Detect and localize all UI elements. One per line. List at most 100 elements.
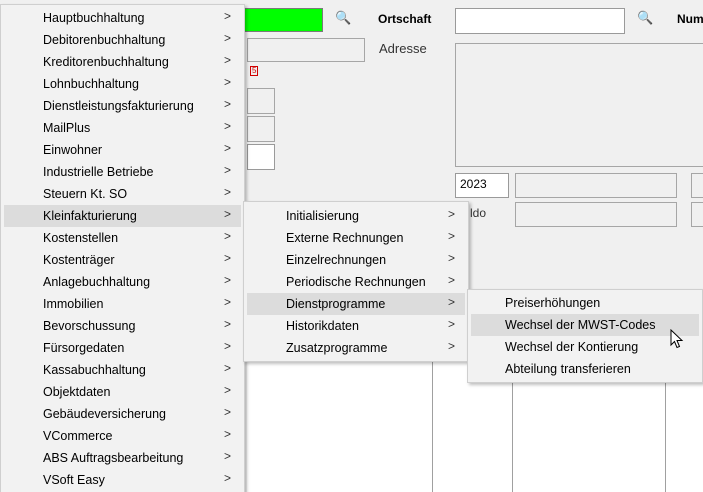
adresse-field[interactable] — [455, 43, 703, 167]
menu2-item-label: Dienstprogramme — [286, 297, 386, 311]
menu1-item-label: ABS Auftragsbearbeitung — [43, 451, 184, 465]
menu3-item-wechsel-mwst-codes[interactable]: Wechsel der MWST-Codes — [471, 314, 699, 336]
menu1-item-21[interactable]: VSoft Easy > — [4, 469, 241, 491]
num-label: Num — [677, 12, 703, 26]
menu1-item-19[interactable]: VCommerce > — [4, 425, 241, 447]
menu1-item-11[interactable]: Kostenträger > — [4, 249, 241, 271]
menu1-item-13[interactable]: Immobilien > — [4, 293, 241, 315]
menu2-item-5[interactable]: Historikdaten > — [247, 315, 465, 337]
menu1-item-label: Debitorenbuchhaltung — [43, 33, 166, 47]
chevron-right-icon: > — [223, 75, 231, 89]
table-divider-3 — [665, 380, 666, 492]
chevron-right-icon: > — [223, 119, 231, 133]
menu3-item-wechsel-kontierung[interactable]: Wechsel der Kontierung — [471, 336, 699, 358]
menu3-item-label: Preiserhöhungen — [505, 296, 601, 310]
menu1-item-label: Steuern Kt. SO — [43, 187, 128, 201]
gray-field-2 — [247, 88, 275, 114]
menu1-item-1[interactable]: Debitorenbuchhaltung > — [4, 29, 241, 51]
menu1-item-label: Objektdaten — [43, 385, 111, 399]
menu2-item-3[interactable]: Periodische Rechnungen > — [247, 271, 465, 293]
menu1-item-label: Einwohner — [43, 143, 103, 157]
menu2-item-dienstprogramme[interactable]: Dienstprogramme > — [247, 293, 465, 315]
chevron-right-icon: > — [447, 207, 455, 221]
menu1-item-label: Anlagebuchhaltung — [43, 275, 151, 289]
menu1-item-label: Kostenstellen — [43, 231, 119, 245]
menu1-item-label: VCommerce — [43, 429, 113, 443]
menu3-item-label: Wechsel der Kontierung — [505, 340, 639, 354]
menu2-item-0[interactable]: Initialisierung > — [247, 205, 465, 227]
ortschaft-input[interactable] — [455, 8, 625, 34]
chevron-right-icon: > — [223, 405, 231, 419]
menu3-item-label: Abteilung transferieren — [505, 362, 631, 376]
menu1-item-17[interactable]: Objektdaten > — [4, 381, 241, 403]
menu1-item-label: Gebäudeversicherung — [43, 407, 166, 421]
year-field[interactable]: 2023 — [455, 173, 509, 198]
gray-field-4 — [515, 173, 677, 198]
menu1-item-5[interactable]: MailPlus > — [4, 117, 241, 139]
menu1-item-2[interactable]: Kreditorenbuchhaltung > — [4, 51, 241, 73]
chevron-right-icon: > — [223, 449, 231, 463]
menu1-item-kleinfakturierung[interactable]: Kleinfakturierung > — [4, 205, 241, 227]
chevron-right-icon: > — [223, 163, 231, 177]
chevron-right-icon: > — [223, 53, 231, 67]
white-field-1[interactable] — [247, 144, 275, 170]
menu1-item-0[interactable]: Hauptbuchhaltung > — [4, 7, 241, 29]
chevron-right-icon: > — [447, 317, 455, 331]
menu1-item-label: Kostenträger — [43, 253, 115, 267]
menu1-item-10[interactable]: Kostenstellen > — [4, 227, 241, 249]
chevron-right-icon: > — [223, 97, 231, 111]
chevron-right-icon: > — [447, 295, 455, 309]
menu1-item-7[interactable]: Industrielle Betriebe > — [4, 161, 241, 183]
chevron-right-icon: > — [447, 273, 455, 287]
chevron-right-icon: > — [447, 251, 455, 265]
gray-field-5 — [691, 173, 703, 198]
menu1-item-12[interactable]: Anlagebuchhaltung > — [4, 271, 241, 293]
binoculars-icon[interactable]: 🔍 — [335, 10, 351, 26]
menu1-item-label: Industrielle Betriebe — [43, 165, 154, 179]
chevron-right-icon: > — [223, 31, 231, 45]
menu1-item-label: Immobilien — [43, 297, 104, 311]
menu1-item-label: Bevorschussung — [43, 319, 136, 333]
year-value: 2023 — [460, 177, 487, 191]
chevron-right-icon: > — [223, 141, 231, 155]
chevron-right-icon: > — [223, 9, 231, 23]
menu1-item-8[interactable]: Steuern Kt. SO > — [4, 183, 241, 205]
menu2-item-label: Zusatzprogramme — [286, 341, 388, 355]
chevron-right-icon: > — [223, 471, 231, 485]
menu2-item-1[interactable]: Externe Rechnungen > — [247, 227, 465, 249]
kleinfakturierung-submenu: Initialisierung > Externe Rechnungen > Ein… — [243, 201, 469, 362]
gray-field-6 — [515, 202, 677, 227]
menu2-item-label: Einzelrechnungen — [286, 253, 387, 267]
chevron-right-icon: > — [447, 339, 455, 353]
binoculars-icon-2[interactable]: 🔍 — [637, 10, 653, 26]
table-divider-1 — [432, 360, 433, 492]
menu2-item-label: Periodische Rechnungen — [286, 275, 426, 289]
chevron-right-icon: > — [223, 251, 231, 265]
menu1-item-18[interactable]: Gebäudeversicherung > — [4, 403, 241, 425]
main-menu: Hauptbuchhaltung > Debitorenbuchhaltung > … — [0, 4, 245, 492]
menu1-item-20[interactable]: ABS Auftragsbearbeitung > — [4, 447, 241, 469]
menu2-item-label: Externe Rechnungen — [286, 231, 404, 245]
menu1-item-14[interactable]: Bevorschussung > — [4, 315, 241, 337]
menu2-item-2[interactable]: Einzelrechnungen > — [247, 249, 465, 271]
menu1-item-label: Hauptbuchhaltung — [43, 11, 145, 25]
chevron-right-icon: > — [447, 229, 455, 243]
menu3-item-preiserhoehungen[interactable]: Preiserhöhungen — [471, 292, 699, 314]
menu2-item-label: Historikdaten — [286, 319, 359, 333]
chevron-right-icon: > — [223, 383, 231, 397]
menu1-item-6[interactable]: Einwohner > — [4, 139, 241, 161]
menu1-item-3[interactable]: Lohnbuchhaltung > — [4, 73, 241, 95]
table-divider-2 — [512, 380, 513, 492]
status-color-field — [243, 8, 323, 32]
menu1-item-15[interactable]: Fürsorgedaten > — [4, 337, 241, 359]
chevron-right-icon: > — [223, 339, 231, 353]
dienstprogramme-submenu: Preiserhöhungen Wechsel der MWST-Codes W… — [467, 289, 703, 383]
menu3-item-abteilung-transferieren[interactable]: Abteilung transferieren — [471, 358, 699, 380]
menu1-item-4[interactable]: Dienstleistungsfakturierung > — [4, 95, 241, 117]
menu2-item-6[interactable]: Zusatzprogramme > — [247, 337, 465, 359]
chevron-right-icon: > — [223, 361, 231, 375]
chevron-right-icon: > — [223, 229, 231, 243]
ortschaft-label: Ortschaft — [378, 12, 432, 26]
menu1-item-16[interactable]: Kassabuchhaltung > — [4, 359, 241, 381]
mouse-cursor-icon — [670, 329, 684, 349]
